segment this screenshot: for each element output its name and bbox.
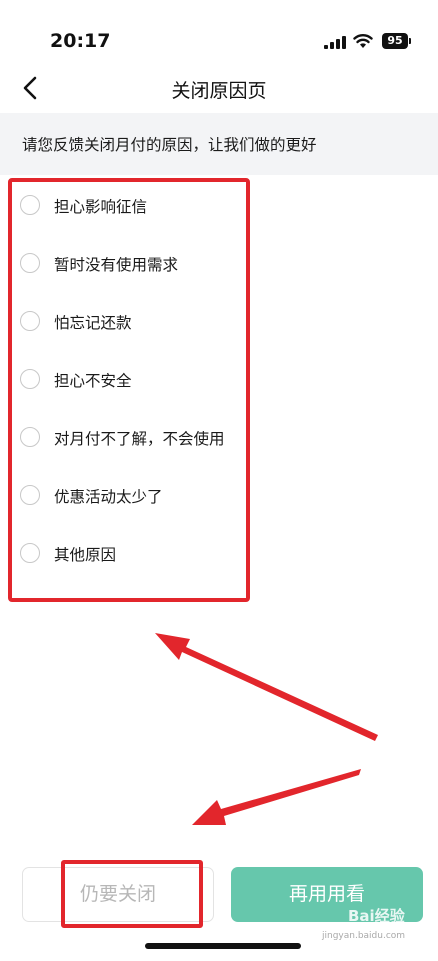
- banner-text: 请您反馈关闭月付的原因，让我们做的更好: [22, 136, 317, 154]
- arrow-icon: [155, 633, 378, 741]
- highlight-box-options: [8, 178, 250, 602]
- page-title: 关闭原因页: [171, 80, 267, 102]
- nav-bar: 关闭原因页: [0, 66, 438, 110]
- feedback-banner: 请您反馈关闭月付的原因，让我们做的更好: [0, 113, 438, 175]
- wifi-icon: [353, 34, 373, 48]
- cellular-signal-icon: [324, 36, 346, 49]
- arrow-icon: [192, 769, 361, 825]
- watermark-logo: Bai经验 jingyan.baidu.com: [320, 905, 420, 945]
- status-bar: 20:17 95: [0, 0, 438, 70]
- watermark-text: Bai经验: [348, 907, 405, 925]
- watermark-sub: jingyan.baidu.com: [322, 931, 406, 941]
- highlight-box-close: [61, 860, 203, 928]
- battery-icon: 95: [382, 33, 411, 49]
- home-indicator: [145, 943, 301, 949]
- status-time: 20:17: [50, 30, 111, 52]
